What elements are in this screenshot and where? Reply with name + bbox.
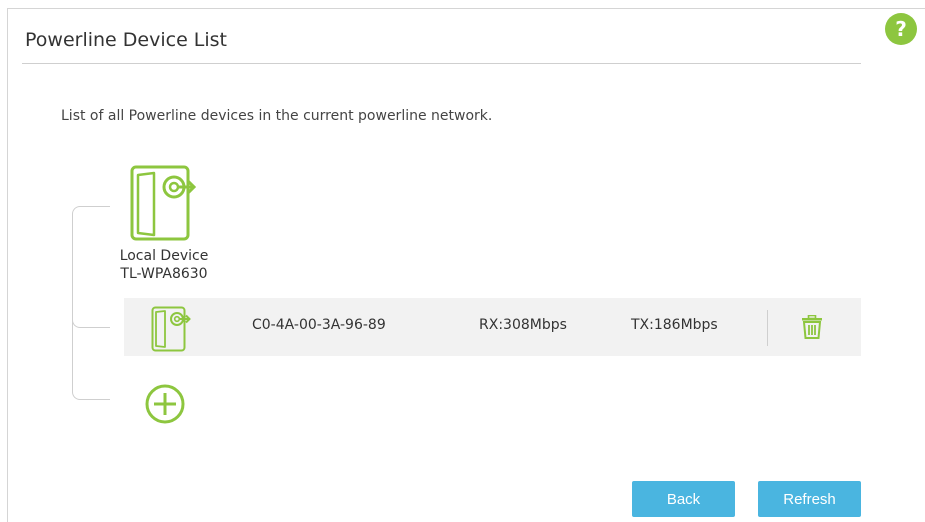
back-button[interactable]: Back (632, 481, 735, 517)
refresh-button[interactable]: Refresh (758, 481, 861, 517)
trash-icon[interactable] (801, 314, 823, 343)
plus-circle-icon[interactable] (144, 383, 186, 429)
device-rx-rate: RX:308Mbps (479, 317, 567, 333)
device-row: C0-4A-00-3A-96-89 RX:308Mbps TX:186Mbps (124, 298, 861, 356)
title-divider (22, 63, 861, 64)
page-title: Powerline Device List (25, 29, 228, 51)
help-icon[interactable]: ? (885, 13, 917, 45)
content-frame (7, 8, 925, 522)
tree-connector-branch (72, 320, 110, 328)
powerline-adapter-icon (151, 306, 191, 356)
row-divider (767, 310, 768, 346)
page-description: List of all Powerline devices in the cur… (61, 108, 493, 124)
local-device-name: Local Device (119, 248, 209, 264)
device-mac: C0-4A-00-3A-96-89 (252, 317, 386, 333)
local-device-model: TL-WPA8630 (120, 266, 208, 282)
device-tx-rate: TX:186Mbps (631, 317, 718, 333)
tree-connector (72, 206, 110, 400)
powerline-adapter-icon (130, 165, 197, 245)
